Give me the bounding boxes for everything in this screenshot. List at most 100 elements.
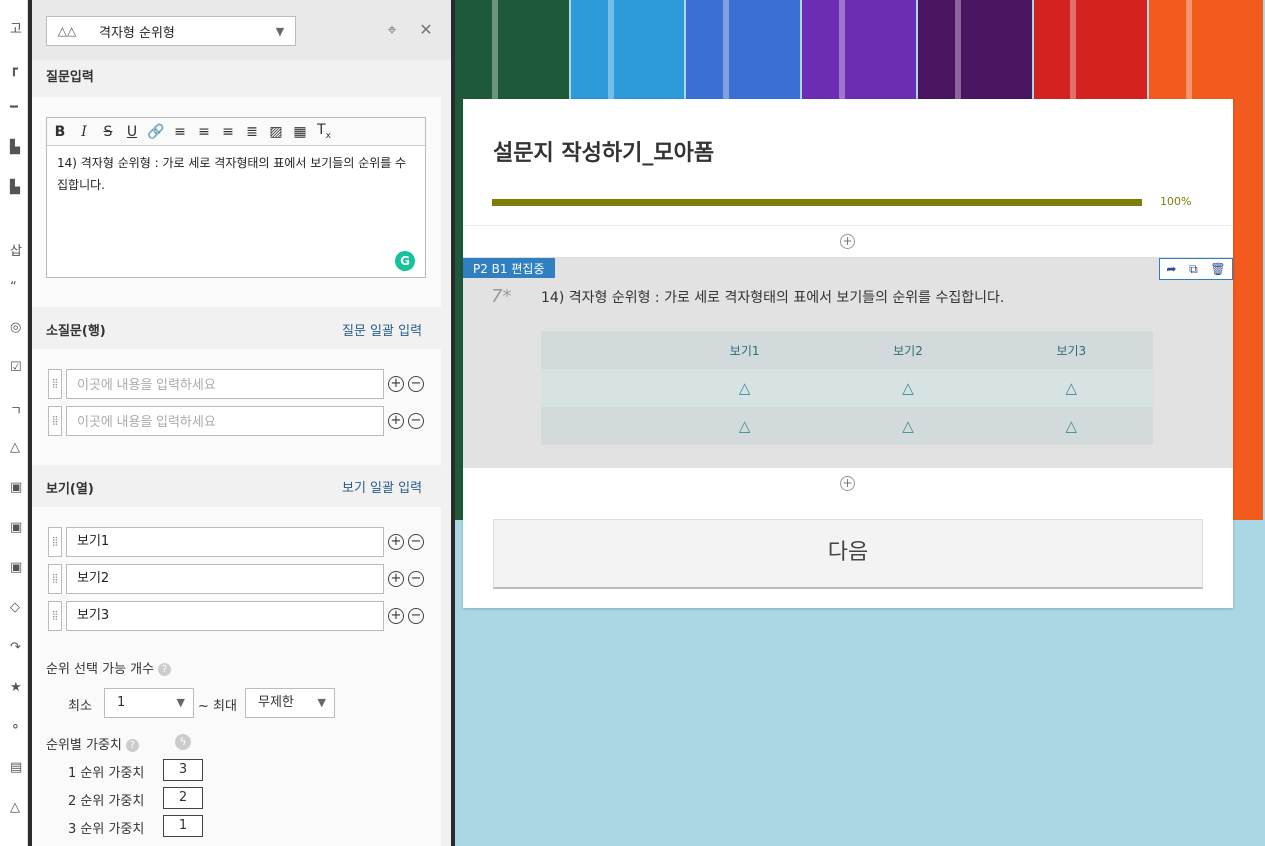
drag-handle-icon[interactable]: ⣿ xyxy=(48,564,62,594)
question-block[interactable]: P2 B1 편집중 ➦ ⧉ 🗑 7* 14) 격자형 순위형 : 가로 세로 격… xyxy=(463,257,1233,468)
strip-glyph: ▤ xyxy=(10,760,23,775)
triangle-icon: △ xyxy=(1065,379,1078,397)
strip-glyph: ⚬ xyxy=(10,720,21,735)
remove-circle-icon[interactable]: − xyxy=(408,608,424,624)
max-select[interactable]: 무제한 ▼ xyxy=(245,688,335,718)
rich-text-editor[interactable]: B I S U 🔗 ≡ ≡ ≡ ≣ ▨ ▦ Tx 14) 격자형 순위형 : 가… xyxy=(46,117,426,278)
weight-1-label: 1 순위 가중치 xyxy=(68,766,145,781)
subquestion-row: ⣿ + − xyxy=(48,406,424,436)
video-icon[interactable]: ▦ xyxy=(291,124,309,140)
strip-glyph: △ xyxy=(10,440,20,455)
help-icon[interactable]: ? xyxy=(158,663,172,676)
remove-circle-icon[interactable]: − xyxy=(408,413,424,429)
triangle-icon: △ xyxy=(738,379,751,397)
option-input[interactable]: 보기2 xyxy=(66,564,384,594)
weight-label: 순위별 가중치? xyxy=(46,734,139,753)
strip-glyph: 고 xyxy=(10,22,22,37)
min-select[interactable]: 1 ▼ xyxy=(104,688,194,718)
strip-glyph: ▣ xyxy=(10,480,23,495)
weight-3-label: 3 순위 가중치 xyxy=(68,822,145,837)
question-type-label: 격자형 순위형 xyxy=(99,25,175,41)
option-row: ⣿ 보기1 + − xyxy=(48,527,424,557)
close-icon[interactable]: ✕ xyxy=(416,20,436,40)
drag-handle-icon[interactable]: ⣿ xyxy=(48,406,62,436)
rank-count-text: 순위 선택 가능 개수 xyxy=(46,662,155,677)
options-bulk-input-link[interactable]: 보기 일괄 입력 xyxy=(342,477,422,496)
strip-glyph: ◇ xyxy=(10,600,20,615)
strip-glyph: △ xyxy=(10,800,20,815)
drag-handle-icon[interactable]: ⣿ xyxy=(48,369,62,399)
min-label: 최소 xyxy=(68,699,92,714)
next-button[interactable]: 다음 xyxy=(493,519,1203,589)
max-label: ~ 최대 xyxy=(198,699,237,714)
triangle-icon: △ xyxy=(902,379,914,397)
strip-glyph: ▙ xyxy=(10,180,20,195)
add-block-icon[interactable]: + xyxy=(840,476,855,491)
weight-2-input[interactable]: 2 xyxy=(163,787,203,809)
grid-header-row: 보기1 보기2 보기3 xyxy=(541,331,1153,369)
rank-cell[interactable]: △ xyxy=(990,417,1153,435)
survey-card: 설문지 작성하기_모아폼 100% + P2 B1 편집중 ➦ ⧉ 🗑 7* 1… xyxy=(463,99,1233,608)
drag-handle-icon[interactable]: ⣿ xyxy=(48,527,62,557)
drag-handle-icon[interactable]: ⣿ xyxy=(48,601,62,631)
help-icon[interactable]: ? xyxy=(125,739,139,752)
add-circle-icon[interactable]: + xyxy=(388,571,404,587)
question-input-title: 질문입력 xyxy=(46,70,94,85)
divider xyxy=(463,225,1233,226)
strip-glyph: “ xyxy=(10,280,17,295)
strikethrough-icon[interactable]: S xyxy=(99,124,117,140)
question-text-content[interactable]: 14) 격자형 순위형 : 가로 세로 격자형태의 표에서 보기들의 순위를 수… xyxy=(47,146,425,202)
align-justify-icon[interactable]: ≣ xyxy=(243,124,261,140)
add-circle-icon[interactable]: + xyxy=(388,376,404,392)
remove-circle-icon[interactable]: − xyxy=(408,571,424,587)
add-circle-icon[interactable]: + xyxy=(388,413,404,429)
rank-grid: 보기1 보기2 보기3 △ △ △ △ △ △ xyxy=(541,331,1153,445)
underline-icon[interactable]: U xyxy=(123,124,141,140)
add-circle-icon[interactable]: + xyxy=(388,534,404,550)
rank-cell[interactable]: △ xyxy=(826,379,989,397)
weight-2-label: 2 순위 가중치 xyxy=(68,794,145,809)
image-icon[interactable]: ▨ xyxy=(267,124,285,140)
strip-glyph: ☑ xyxy=(10,360,22,375)
add-block-icon[interactable]: + xyxy=(840,234,855,249)
strip-glyph: ★ xyxy=(10,680,22,695)
bold-icon[interactable]: B xyxy=(51,124,69,140)
remove-circle-icon[interactable]: − xyxy=(408,376,424,392)
question-type-select[interactable]: △△ 격자형 순위형 ▼ xyxy=(46,16,296,46)
align-left-icon[interactable]: ≡ xyxy=(171,124,189,140)
option-input[interactable]: 보기1 xyxy=(66,527,384,557)
target-icon[interactable]: ⌖ xyxy=(382,20,402,40)
rank-cell[interactable]: △ xyxy=(826,417,989,435)
strip-glyph: ▙ xyxy=(10,140,20,155)
weight-1-input[interactable]: 3 xyxy=(163,759,203,781)
add-circle-icon[interactable]: + xyxy=(388,608,404,624)
rank-cell[interactable]: △ xyxy=(990,379,1153,397)
clear-format-icon[interactable]: Tx xyxy=(315,122,333,141)
subquestion-input[interactable] xyxy=(66,406,384,436)
question-number: 7* xyxy=(491,286,512,307)
editor-toolbar: B I S U 🔗 ≡ ≡ ≡ ≣ ▨ ▦ Tx xyxy=(47,118,425,146)
weight-3-input[interactable]: 1 xyxy=(163,815,203,837)
align-right-icon[interactable]: ≡ xyxy=(219,124,237,140)
rank-cell[interactable]: △ xyxy=(663,417,826,435)
option-row: ⣿ 보기3 + − xyxy=(48,601,424,631)
copy-icon[interactable]: ⧉ xyxy=(1189,262,1198,277)
italic-icon[interactable]: I xyxy=(75,124,93,140)
subquestion-bulk-input-link[interactable]: 질문 일괄 입력 xyxy=(342,320,422,339)
triangle-icon: △ xyxy=(1065,417,1078,435)
subquestion-input[interactable] xyxy=(66,369,384,399)
remove-circle-icon[interactable]: − xyxy=(408,534,424,550)
option-input[interactable]: 보기3 xyxy=(66,601,384,631)
triangle-icon: △ xyxy=(738,417,751,435)
rank-cell[interactable]: △ xyxy=(663,379,826,397)
trash-icon[interactable]: 🗑 xyxy=(1210,262,1225,276)
progress-percent: 100% xyxy=(1160,195,1192,208)
share-icon[interactable]: ➦ xyxy=(1166,262,1176,276)
weight-text: 순위별 가중치 xyxy=(46,738,122,753)
grammarly-icon[interactable]: G xyxy=(395,251,415,271)
grid-column-header: 보기1 xyxy=(729,343,760,358)
link-icon[interactable]: 🔗 xyxy=(147,124,165,140)
lightning-icon[interactable]: ϟ xyxy=(175,734,191,750)
chevron-down-icon: ▼ xyxy=(317,696,326,709)
align-center-icon[interactable]: ≡ xyxy=(195,124,213,140)
